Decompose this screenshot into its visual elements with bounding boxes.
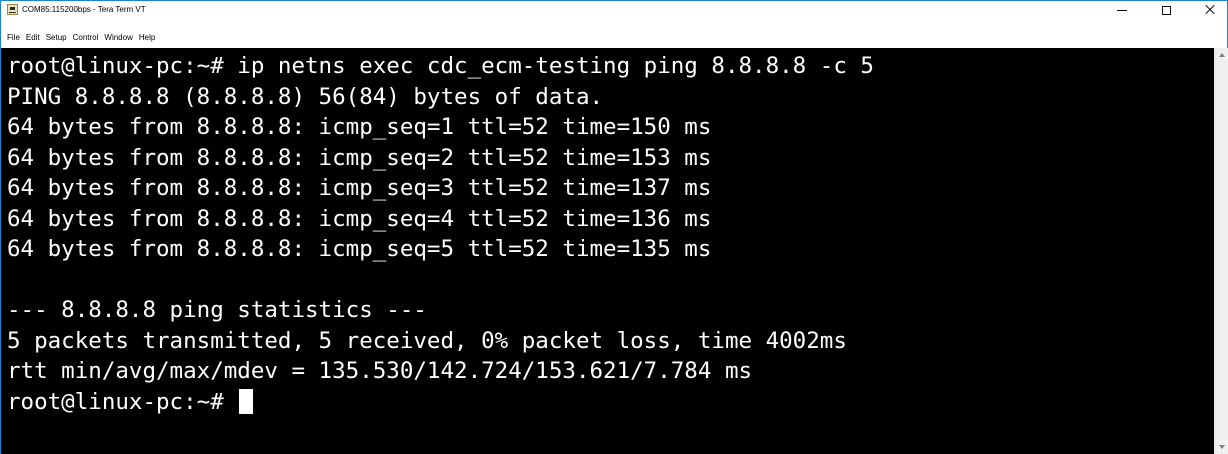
tera-term-icon[interactable] — [7, 4, 18, 15]
scroll-down-button[interactable] — [1215, 440, 1228, 454]
terminal-line-stats-header: --- 8.8.8.8 ping statistics --- — [7, 297, 427, 323]
terminal-line-packets: 5 packets transmitted, 5 received, 0% pa… — [7, 327, 847, 354]
menu-file[interactable]: File — [4, 32, 23, 44]
window-title: COM85:115200bps - Tera Term VT — [22, 5, 146, 14]
terminal-line-reply-1: 64 bytes from 8.8.8.8: icmp_seq=1 ttl=52… — [7, 114, 712, 140]
menu-control[interactable]: Control — [70, 32, 102, 44]
maximize-button[interactable] — [1144, 1, 1189, 19]
menu-setup[interactable]: Setup — [43, 32, 70, 44]
terminal-line-command: root@linux-pc:~# ip netns exec cdc_ecm-t… — [7, 53, 874, 79]
menu-bar: File Edit Setup Control Window Help — [1, 30, 158, 46]
minimize-icon — [1116, 9, 1127, 11]
chevron-up-icon — [1219, 53, 1225, 57]
prompt-text: root@linux-pc:~# — [7, 388, 238, 415]
terminal-line-reply-4: 64 bytes from 8.8.8.8: icmp_seq=4 ttl=52… — [7, 205, 712, 232]
terminal-line-ping-header: PING 8.8.8.8 (8.8.8.8) 56(84) bytes of d… — [7, 83, 604, 110]
scroll-up-button[interactable] — [1215, 48, 1228, 62]
menu-window[interactable]: Window — [101, 32, 135, 44]
menu-help[interactable]: Help — [136, 32, 158, 44]
terminal-line-reply-3: 64 bytes from 8.8.8.8: icmp_seq=3 ttl=52… — [7, 175, 712, 201]
scroll-thumb[interactable] — [1216, 63, 1228, 437]
terminal-line-reply-5: 64 bytes from 8.8.8.8: icmp_seq=5 ttl=52… — [7, 236, 712, 262]
vertical-scrollbar[interactable] — [1214, 48, 1228, 454]
close-icon — [1205, 5, 1215, 15]
chevron-down-icon — [1219, 445, 1225, 449]
tera-term-window: COM85:115200bps - Tera Term VT File Edit… — [0, 0, 1228, 454]
terminal-line-reply-2: 64 bytes from 8.8.8.8: icmp_seq=2 ttl=52… — [7, 144, 712, 171]
maximize-icon — [1162, 5, 1171, 15]
terminal-line-prompt: root@linux-pc:~# — [1, 387, 1214, 418]
terminal-line-rtt: rtt min/avg/max/mdev = 135.530/142.724/1… — [7, 358, 753, 384]
terminal-output[interactable]: root@linux-pc:~# ip netns exec cdc_ecm-t… — [1, 48, 1214, 454]
minimize-button[interactable] — [1099, 1, 1144, 19]
title-bar[interactable]: COM85:115200bps - Tera Term VT — [1, 1, 1227, 19]
menu-edit[interactable]: Edit — [23, 32, 43, 44]
close-button[interactable] — [1187, 1, 1228, 19]
block-cursor — [239, 388, 254, 414]
